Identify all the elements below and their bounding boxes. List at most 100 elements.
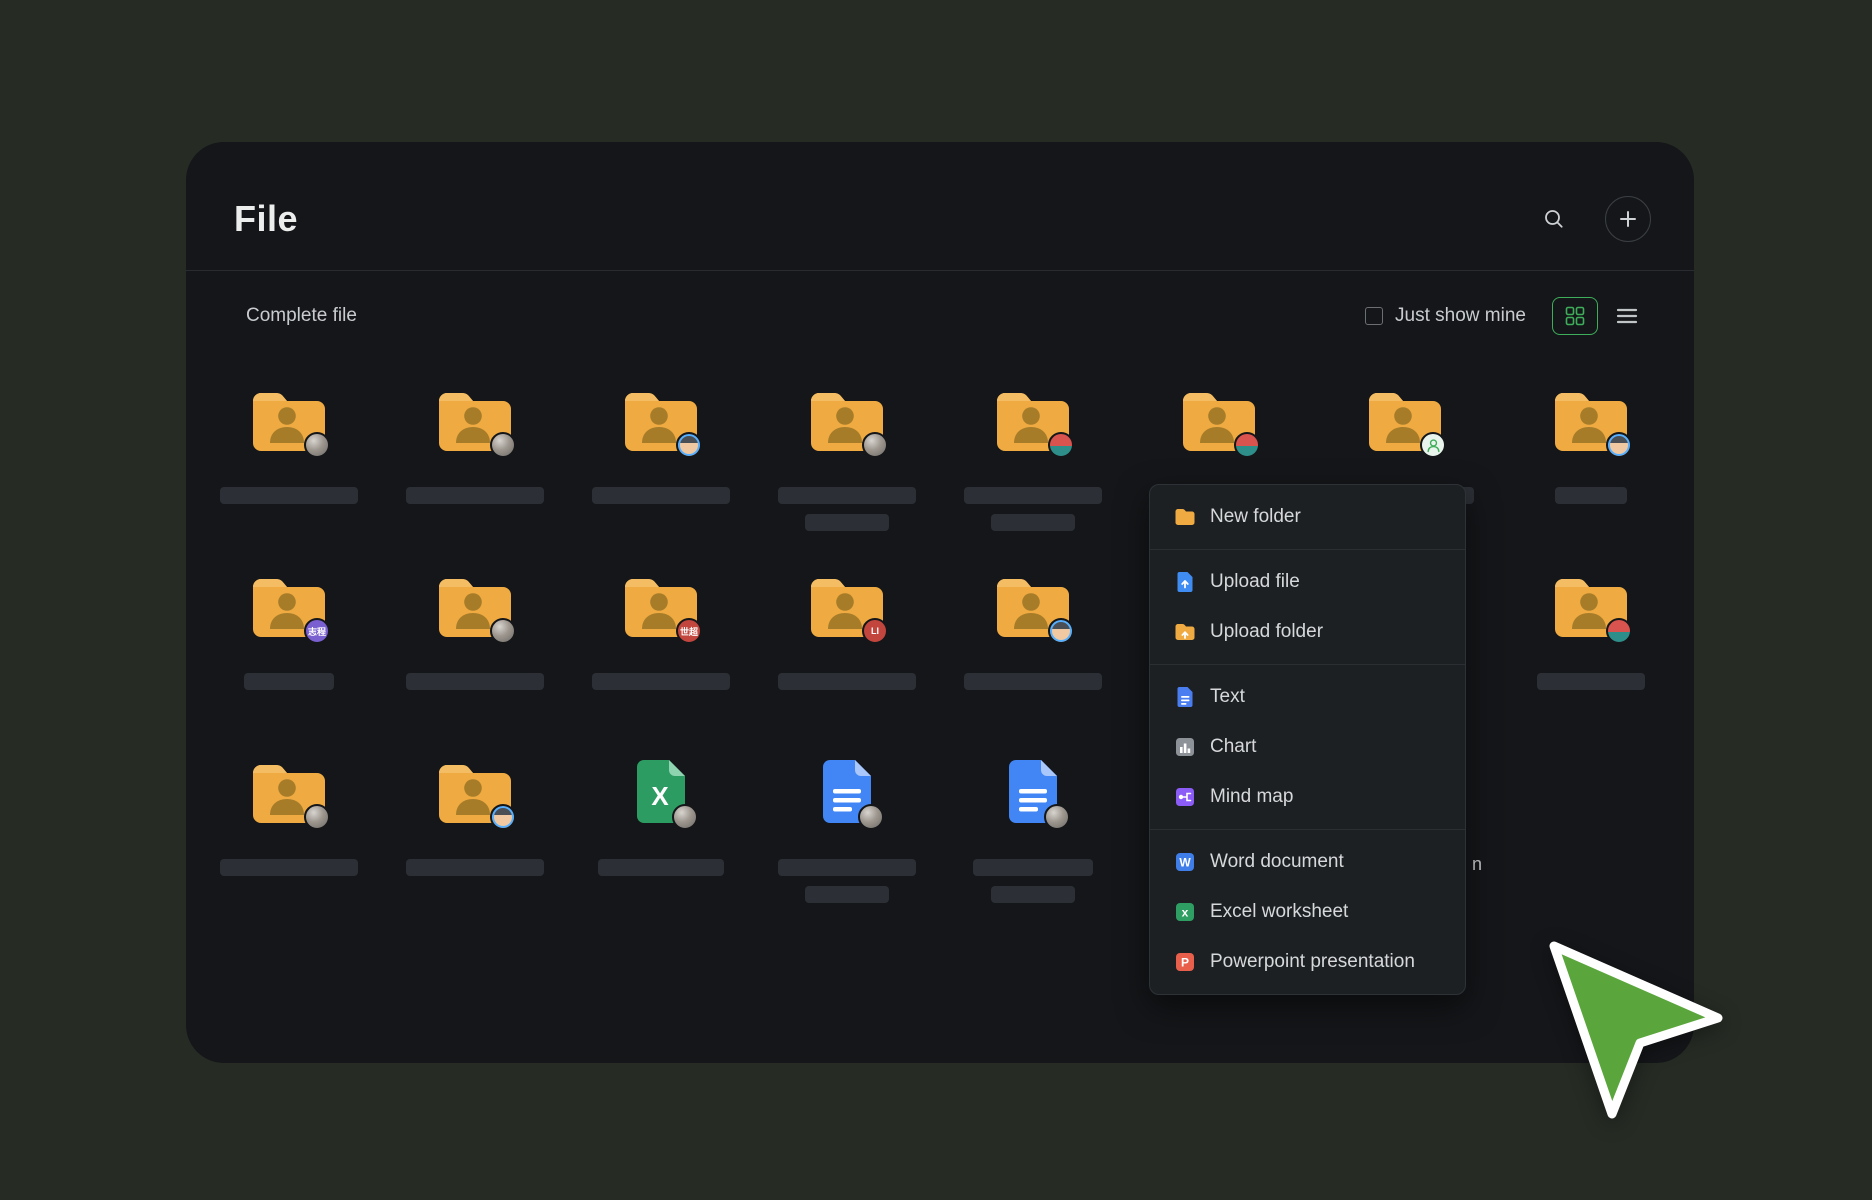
menu-item-label: New folder bbox=[1210, 506, 1301, 528]
menu-divider bbox=[1150, 549, 1465, 550]
file-item[interactable] bbox=[1498, 573, 1684, 759]
menu-item-excel-worksheet[interactable]: Excel worksheet bbox=[1150, 887, 1465, 937]
cat-avatar-badge bbox=[672, 804, 698, 830]
file-item[interactable] bbox=[568, 387, 754, 573]
file-item[interactable] bbox=[1498, 387, 1684, 573]
boy-avatar-badge bbox=[490, 804, 516, 830]
file-item[interactable] bbox=[940, 573, 1126, 759]
file-manager-window: File Complete file Just show mine bbox=[186, 142, 1694, 1063]
initials-avatar-badge: 志程 bbox=[304, 618, 330, 644]
chart-file-icon bbox=[1174, 736, 1196, 758]
file-name-skeleton bbox=[805, 514, 889, 531]
file-name-skeleton bbox=[778, 487, 916, 504]
upload-file-icon bbox=[1174, 571, 1196, 593]
initials-avatar-badge: 世超 bbox=[676, 618, 702, 644]
menu-divider bbox=[1150, 829, 1465, 830]
cat-avatar-badge bbox=[490, 618, 516, 644]
grid-view-icon bbox=[1565, 306, 1585, 326]
girl-avatar-badge bbox=[1048, 432, 1074, 458]
file-name-skeleton bbox=[778, 859, 916, 876]
file-item[interactable] bbox=[382, 387, 568, 573]
new-folder-icon bbox=[1174, 506, 1196, 528]
file-item[interactable] bbox=[940, 759, 1126, 945]
menu-item-new-folder[interactable]: New folder bbox=[1150, 492, 1465, 542]
file-name-skeleton bbox=[406, 673, 544, 690]
file-item[interactable] bbox=[382, 573, 568, 759]
add-button[interactable] bbox=[1605, 196, 1651, 242]
just-show-mine-label[interactable]: Just show mine bbox=[1395, 305, 1526, 327]
menu-item-upload-folder[interactable]: Upload folder bbox=[1150, 607, 1465, 657]
file-item[interactable] bbox=[196, 387, 382, 573]
list-view-button[interactable] bbox=[1610, 299, 1644, 333]
grid-view-button[interactable] bbox=[1552, 297, 1598, 335]
initials-avatar-badge: LI bbox=[862, 618, 888, 644]
cat-avatar-badge bbox=[490, 432, 516, 458]
file-name-skeleton bbox=[973, 859, 1093, 876]
window-header: File bbox=[234, 188, 1651, 250]
page-title: File bbox=[234, 198, 298, 240]
word-icon bbox=[1174, 851, 1196, 873]
file-name-skeleton bbox=[991, 886, 1075, 903]
header-divider bbox=[186, 270, 1694, 271]
plus-icon bbox=[1618, 209, 1638, 229]
cursor-arrow bbox=[1540, 938, 1740, 1138]
menu-divider bbox=[1150, 664, 1465, 665]
boy-avatar-badge bbox=[1048, 618, 1074, 644]
section-label: Complete file bbox=[246, 305, 357, 327]
empty-cell bbox=[1498, 759, 1684, 945]
menu-item-text[interactable]: Text bbox=[1150, 672, 1465, 722]
file-name-skeleton bbox=[406, 859, 544, 876]
cat-avatar-badge bbox=[1044, 804, 1070, 830]
menu-item-label: Word document bbox=[1210, 851, 1344, 873]
menu-item-upload-file[interactable]: Upload file bbox=[1150, 557, 1465, 607]
search-icon bbox=[1542, 207, 1566, 231]
cat-avatar-badge bbox=[858, 804, 884, 830]
file-item[interactable] bbox=[940, 387, 1126, 573]
text-file-icon bbox=[1174, 686, 1196, 708]
menu-item-chart[interactable]: Chart bbox=[1150, 722, 1465, 772]
file-name-skeleton bbox=[592, 673, 730, 690]
file-item[interactable] bbox=[568, 759, 754, 945]
search-button[interactable] bbox=[1531, 196, 1577, 242]
menu-item-label: Chart bbox=[1210, 736, 1256, 758]
powerpoint-icon bbox=[1174, 951, 1196, 973]
file-item[interactable]: 世超 bbox=[568, 573, 754, 759]
upload-folder-icon bbox=[1174, 621, 1196, 643]
file-name-skeleton bbox=[964, 487, 1102, 504]
menu-item-label: Text bbox=[1210, 686, 1245, 708]
file-name-skeleton bbox=[805, 886, 889, 903]
file-name-skeleton bbox=[598, 859, 724, 876]
file-item[interactable] bbox=[196, 759, 382, 945]
excel-icon bbox=[1174, 901, 1196, 923]
file-name-skeleton bbox=[220, 859, 358, 876]
member-avatar-badge bbox=[1420, 432, 1446, 458]
menu-item-powerpoint-presentation[interactable]: Powerpoint presentation bbox=[1150, 937, 1465, 987]
cat-avatar-badge bbox=[304, 432, 330, 458]
cat-avatar-badge bbox=[862, 432, 888, 458]
menu-item-word-document[interactable]: Word document bbox=[1150, 837, 1465, 887]
partial-file-label: n bbox=[1472, 854, 1482, 875]
file-name-skeleton bbox=[1537, 673, 1645, 690]
file-item[interactable] bbox=[754, 387, 940, 573]
menu-item-label: Mind map bbox=[1210, 786, 1293, 808]
just-show-mine-checkbox[interactable] bbox=[1365, 307, 1383, 325]
file-name-skeleton bbox=[778, 673, 916, 690]
file-item[interactable] bbox=[382, 759, 568, 945]
file-item[interactable]: LI bbox=[754, 573, 940, 759]
menu-item-label: Excel worksheet bbox=[1210, 901, 1348, 923]
file-name-skeleton bbox=[991, 514, 1075, 531]
file-name-skeleton bbox=[592, 487, 730, 504]
menu-item-mind-map[interactable]: Mind map bbox=[1150, 772, 1465, 822]
girl-avatar-badge bbox=[1606, 618, 1632, 644]
boy-avatar-badge bbox=[676, 432, 702, 458]
file-name-skeleton bbox=[964, 673, 1102, 690]
mind-map-icon bbox=[1174, 786, 1196, 808]
file-item[interactable]: 志程 bbox=[196, 573, 382, 759]
person-icon bbox=[1425, 437, 1442, 454]
file-name-skeleton bbox=[220, 487, 358, 504]
file-name-skeleton bbox=[406, 487, 544, 504]
list-view-icon bbox=[1616, 306, 1638, 326]
girl-avatar-badge bbox=[1234, 432, 1260, 458]
boy-avatar-badge bbox=[1606, 432, 1632, 458]
file-item[interactable] bbox=[754, 759, 940, 945]
